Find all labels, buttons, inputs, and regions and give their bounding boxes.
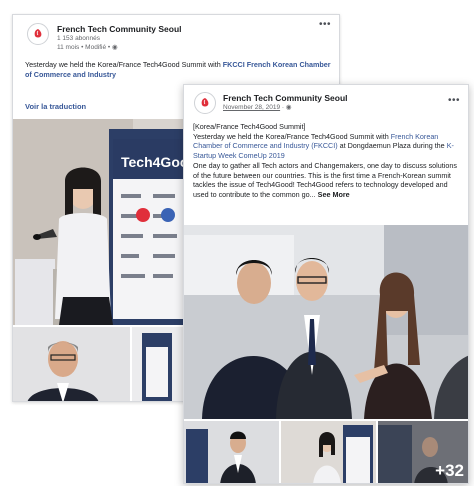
thumbnail-man-glasses[interactable] [13, 327, 130, 401]
translate-link[interactable]: Voir la traduction [25, 102, 86, 111]
networking-photo[interactable] [184, 225, 468, 419]
more-photos-count: +32 [435, 461, 464, 480]
back-post-header: French Tech Community Seoul 1 153 abonné… [27, 23, 182, 52]
post-body: One day to gather all Tech actors and Ch… [193, 161, 463, 200]
post-meta: November 28, 2019 · ◉ [223, 103, 348, 112]
post-intro-text: Yesterday we held the Korea/France Tech4… [193, 131, 391, 141]
back-post-text: Yesterday we held the Korea/France Tech4… [25, 60, 335, 79]
globe-icon: · ◉ [281, 104, 292, 111]
front-post-card: French Tech Community Seoul November 28,… [183, 84, 469, 484]
post-date[interactable]: November 28, 2019 [223, 104, 280, 111]
page-avatar[interactable] [194, 92, 216, 114]
followers-count: 1 153 abonnés [57, 35, 101, 42]
post-title-line: [Korea/France Tech4Good Summit] [193, 122, 306, 131]
thumbnail-speaker-man-illustration [184, 421, 279, 483]
rooster-logo-icon [201, 98, 209, 107]
back-post-text-plain: Yesterday we held the Korea/France Tech4… [25, 60, 223, 69]
rooster-logo-icon [34, 29, 42, 38]
post-intro: Yesterday we held the Korea/France Tech4… [193, 132, 463, 161]
see-more-link[interactable]: See More [318, 190, 350, 199]
more-options-icon[interactable]: ••• [319, 19, 331, 30]
post-meta-text: 11 mois • Modifié • [57, 44, 111, 51]
page-name[interactable]: French Tech Community Seoul [223, 93, 348, 103]
networking-photo-illustration [184, 225, 468, 419]
page-name[interactable]: French Tech Community Seoul [57, 24, 182, 34]
more-options-icon[interactable]: ••• [448, 95, 460, 106]
thumbnail-more-photos[interactable]: +32 [378, 421, 468, 483]
post-intro-text-2: at Dongdaemun Plaza during the [337, 141, 447, 151]
page-avatar[interactable] [27, 23, 49, 45]
thumbnail-speaker-woman[interactable] [281, 421, 376, 483]
thumbnail-man-illustration [13, 327, 130, 401]
post-meta: 11 mois • Modifié • ◉ [57, 43, 182, 52]
front-post-header: French Tech Community Seoul November 28,… [194, 92, 348, 114]
front-post-text: [Korea/France Tech4Good Summit] Yesterda… [193, 122, 463, 200]
thumbnail-speaker-woman-illustration [281, 421, 376, 483]
thumbnail-speaker-man[interactable] [184, 421, 279, 483]
globe-icon: ◉ [112, 44, 118, 51]
